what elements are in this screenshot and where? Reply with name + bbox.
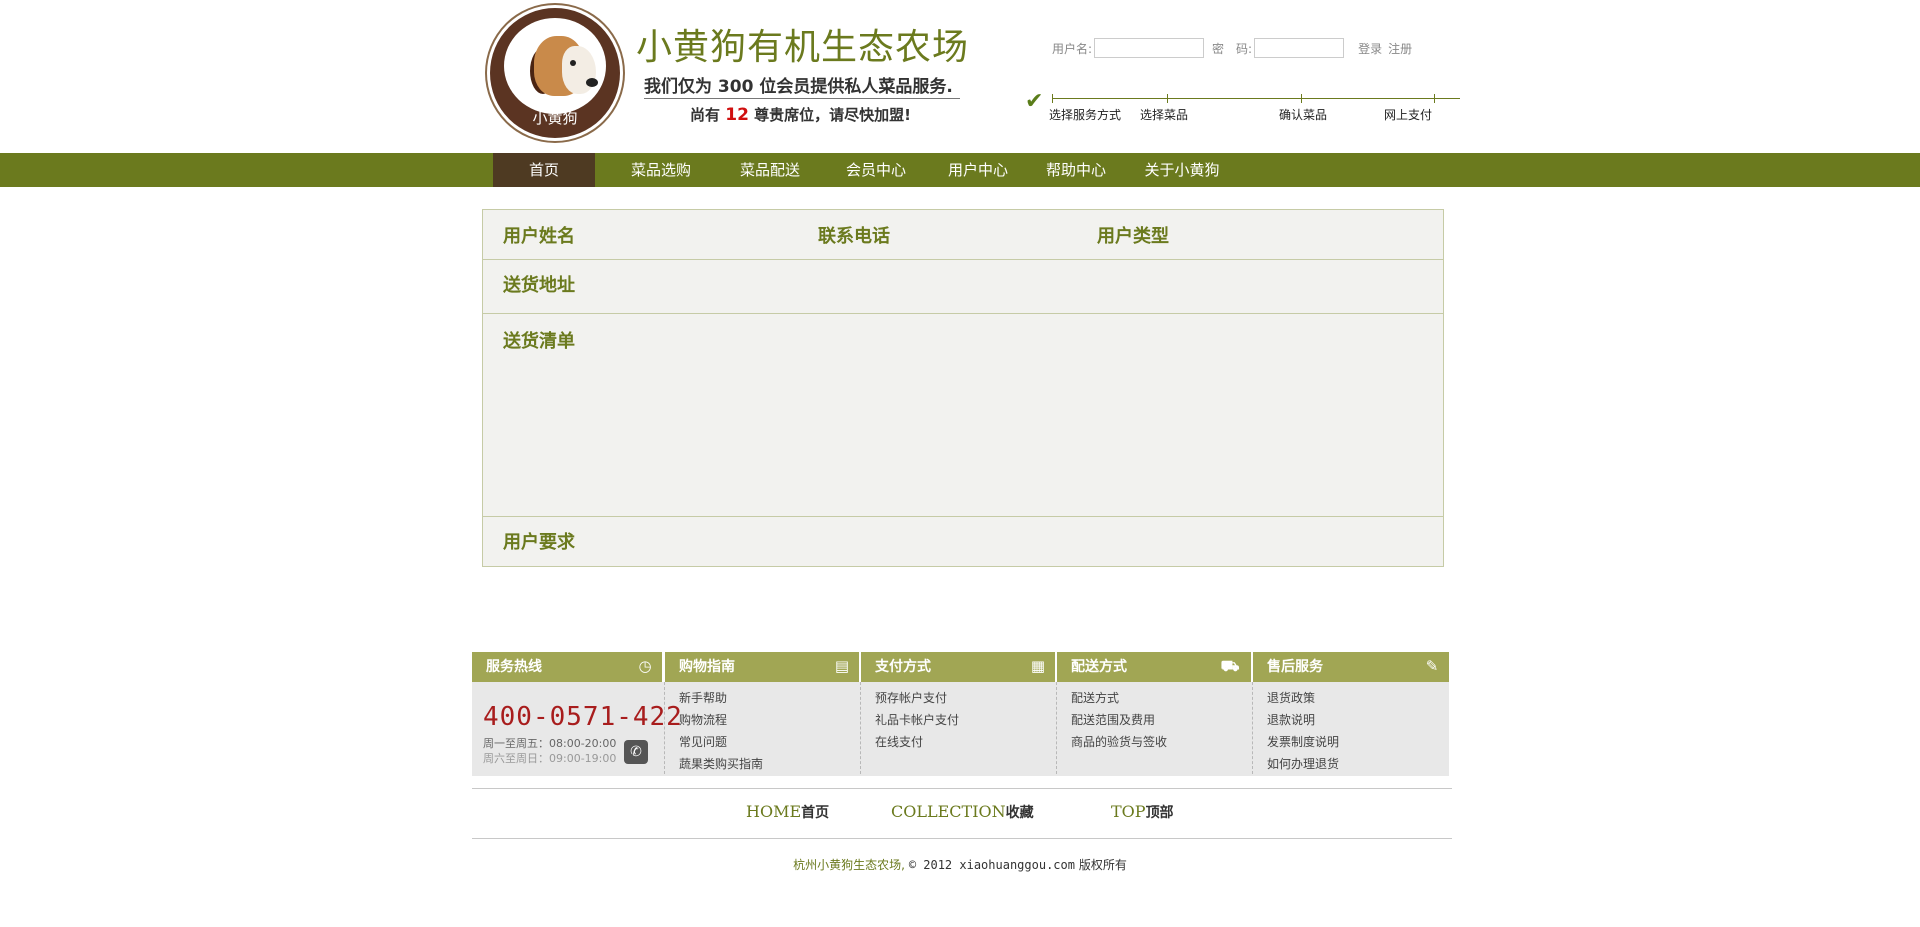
divider	[472, 838, 1452, 839]
footer-payment-title: 支付方式	[875, 659, 931, 675]
logo[interactable]: 小黄狗	[490, 8, 620, 138]
hours-weekday: 周一至周五：08:00-20:00	[483, 737, 617, 750]
aftersale-link-return-policy[interactable]: 退货政策	[1267, 689, 1315, 706]
seats-prefix: 尚有	[690, 106, 721, 124]
nav-help-center[interactable]: 帮助中心	[1030, 153, 1122, 187]
seats-remaining: 尚有 12 尊贵席位，请尽快加盟!	[690, 104, 911, 125]
nav-member-center[interactable]: 会员中心	[830, 153, 922, 187]
footer-top-link[interactable]: TOP顶部	[1111, 802, 1174, 822]
footer-hotline-header: 服务热线 ◷	[472, 652, 662, 682]
service-icon: ✎	[1425, 657, 1439, 675]
phone-label: 联系电话	[818, 226, 890, 247]
clock-icon: ◷	[638, 657, 652, 675]
copyright: 杭州小黄狗生态农场, © 2012 xiaohuanggou.com 版权所有	[0, 856, 1920, 873]
seats-count: 12	[725, 105, 749, 125]
footer-guide-title: 购物指南	[679, 659, 735, 675]
footer-hotline-title: 服务热线	[486, 659, 542, 675]
payment-link-giftcard[interactable]: 礼品卡帐户支付	[875, 711, 959, 728]
nav-product-selection[interactable]: 菜品选购	[612, 153, 710, 187]
guide-link-newbie[interactable]: 新手帮助	[679, 689, 727, 706]
password-label: 密 码:	[1212, 41, 1253, 56]
delivery-link-methods[interactable]: 配送方式	[1071, 689, 1119, 706]
top-link-en: TOP	[1111, 802, 1146, 821]
aftersale-link-refund[interactable]: 退款说明	[1267, 711, 1315, 728]
delivery-list-label: 送货清单	[503, 331, 575, 352]
user-type-label: 用户类型	[1097, 226, 1169, 247]
user-name-label: 用户姓名	[503, 226, 575, 247]
guide-link-process[interactable]: 购物流程	[679, 711, 727, 728]
footer-aftersale-header: 售后服务 ✎	[1253, 652, 1449, 682]
logo-text: 小黄狗	[532, 109, 578, 127]
footer-aftersale-title: 售后服务	[1267, 659, 1323, 675]
copyright-company: 杭州小黄狗生态农场,	[793, 858, 905, 872]
nav-home[interactable]: 首页	[493, 153, 595, 187]
payment-link-prepaid[interactable]: 预存帐户支付	[875, 689, 947, 706]
copyright-text: © 2012 xiaohuanggou.com	[908, 858, 1075, 872]
book-icon: ▤	[834, 657, 850, 675]
guide-link-faq[interactable]: 常见问题	[679, 733, 727, 750]
login-bar: 用户名: 密 码: 登录 注册	[1052, 38, 1412, 58]
hours-weekend: 周六至周日：09:00-19:00	[483, 752, 617, 765]
footer-home-link[interactable]: HOME首页	[746, 802, 829, 822]
phone-icon: ✆	[624, 740, 648, 764]
guide-link-produce[interactable]: 蔬果类购买指南	[679, 755, 763, 772]
payment-link-online[interactable]: 在线支付	[875, 733, 923, 750]
home-link-cn: 首页	[801, 805, 830, 821]
aftersale-link-how-return[interactable]: 如何办理退货	[1267, 755, 1339, 772]
home-link-en: HOME	[746, 802, 802, 821]
register-link[interactable]: 注册	[1388, 40, 1412, 57]
calendar-icon: ▦	[1030, 657, 1046, 675]
checkmark-icon: ✔	[1025, 89, 1044, 114]
footer-collection-link[interactable]: COLLECTION收藏	[891, 802, 1034, 822]
delivery-link-range[interactable]: 配送范围及费用	[1071, 711, 1155, 728]
step-3: 确认菜品	[1279, 108, 1328, 122]
step-4: 网上支付	[1384, 108, 1433, 122]
divider	[483, 516, 1443, 517]
username-label: 用户名:	[1052, 41, 1093, 56]
site-title: 小黄狗有机生态农场	[636, 27, 970, 68]
collection-link-cn: 收藏	[1005, 805, 1034, 821]
slogan: 我们仅为 300 位会员提供私人菜品服务.	[644, 77, 953, 97]
seats-suffix: 尊贵席位，请尽快加盟!	[754, 106, 911, 124]
divider	[483, 259, 1443, 260]
hotline-number: 400-0571-422	[483, 702, 683, 732]
main-nav: 首页 菜品选购 菜品配送 会员中心 用户中心 帮助中心 关于小黄狗	[0, 153, 1920, 187]
collection-link-en: COLLECTION	[891, 802, 1006, 821]
divider	[483, 313, 1443, 314]
slogan-divider	[644, 98, 960, 99]
address-label: 送货地址	[503, 275, 575, 296]
aftersale-link-invoice[interactable]: 发票制度说明	[1267, 733, 1339, 750]
username-input[interactable]	[1094, 38, 1205, 58]
nav-delivery[interactable]: 菜品配送	[722, 153, 818, 187]
nav-user-center[interactable]: 用户中心	[932, 153, 1024, 187]
steps-track	[1052, 98, 1460, 99]
footer-guide-header: 购物指南 ▤	[665, 652, 859, 682]
top-link-cn: 顶部	[1145, 805, 1174, 821]
step-2: 选择菜品	[1140, 108, 1189, 122]
footer-payment-header: 支付方式 ▦	[861, 652, 1055, 682]
order-info-panel: 用户姓名 联系电话 用户类型 送货地址 送货清单 用户要求	[482, 209, 1444, 567]
footer-delivery-title: 配送方式	[1071, 659, 1127, 675]
divider	[472, 788, 1452, 789]
login-link[interactable]: 登录	[1358, 40, 1382, 57]
copyright-rights: 版权所有	[1078, 858, 1127, 872]
truck-icon: ⛟	[1220, 657, 1240, 675]
password-input[interactable]	[1254, 38, 1345, 58]
requirements-label: 用户要求	[503, 532, 575, 553]
footer-delivery-header: 配送方式 ⛟	[1057, 652, 1251, 682]
nav-about[interactable]: 关于小黄狗	[1134, 153, 1230, 187]
delivery-link-inspection[interactable]: 商品的验货与签收	[1071, 733, 1167, 750]
step-1: 选择服务方式	[1049, 108, 1122, 122]
dog-illustration	[504, 18, 606, 114]
order-steps: ✔ 选择服务方式 选择菜品 确认菜品 网上支付	[1025, 89, 1460, 128]
